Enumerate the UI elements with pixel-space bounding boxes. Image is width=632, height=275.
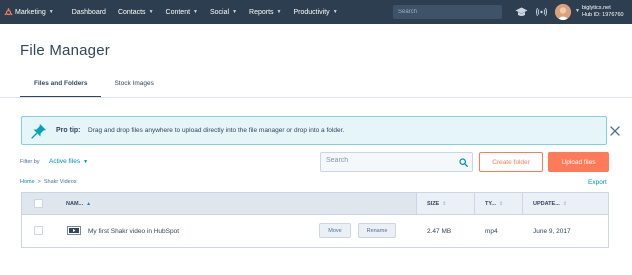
global-search[interactable] [393,5,502,19]
sort-icon: ⇕ [442,201,447,207]
move-button[interactable]: Move [319,223,351,238]
chevron-down-icon: ▼ [276,9,282,15]
column-divider [474,193,475,214]
create-folder-button[interactable]: Create folder [479,152,543,172]
account-domain: biglytics.net [582,5,611,11]
column-header-size[interactable]: SIZE ⇕ [427,201,446,207]
upload-files-button[interactable]: Upload files [548,152,609,172]
filter-label: Filter by [20,159,40,165]
sort-icon: ⇕ [562,201,567,207]
column-header-type[interactable]: TY... ⇕ [485,201,503,207]
video-file-icon [67,226,81,235]
nav-brand-label: Marketing ▼ [15,8,54,16]
nav-contacts[interactable]: Contacts ▼ [112,0,160,24]
row-checkbox[interactable] [34,226,43,235]
pro-tip-text: Drag and drop files anywhere to upload d… [88,127,345,134]
filter-dropdown[interactable]: Active files ▼ [49,158,88,165]
file-name[interactable]: My first Shakr video in HubSpot [88,228,179,235]
nav-social[interactable]: Social ▼ [204,0,243,24]
tab-divider [0,97,632,98]
top-navigation: Marketing ▼ Dashboard Contacts ▼ Content ▼ … [0,0,632,24]
column-header-name[interactable]: NAM... ▲ [66,201,91,207]
nav-reports[interactable]: Reports ▼ [243,0,287,24]
column-divider [416,193,417,214]
file-search[interactable] [320,152,473,172]
nav-content[interactable]: Content ▼ [160,0,204,24]
column-header-updated[interactable]: UPDATE... ⇕ [533,201,567,207]
notifications-icon[interactable] [536,7,547,17]
page-title: File Manager [20,42,110,59]
account-hub-id: Hub ID: 1976760 [582,12,624,18]
select-all-checkbox[interactable] [34,199,43,208]
brand-menu[interactable]: Marketing ▼ [0,0,66,24]
global-search-input[interactable] [398,9,502,15]
file-updated: June 9, 2017 [533,228,571,235]
pro-tip-label: Pro tip: [56,127,81,134]
breadcrumb-home[interactable]: Home [20,179,35,185]
rename-button[interactable]: Rename [358,223,396,238]
search-icon[interactable] [459,158,468,167]
table-header: NAM... ▲ SIZE ⇕ TY... ⇕ UPDATE... ⇕ [21,192,609,215]
tab-files-and-folders[interactable]: Files and Folders [20,80,102,98]
file-type: mp4 [485,228,498,235]
table-row[interactable]: My first Shakr video in HubSpot Move Ren… [21,215,609,248]
tab-bar: Files and Folders Stock Images [20,80,168,98]
avatar[interactable] [555,4,571,20]
breadcrumb: Home > Shakr Videos [20,179,77,185]
sort-ascending-icon: ▲ [86,201,92,207]
user-photo-icon [555,4,571,20]
pro-tip-banner: Pro tip: Drag and drop files anywhere to… [21,116,620,145]
tab-stock-images[interactable]: Stock Images [101,80,167,98]
chevron-down-icon: ▼ [575,8,580,14]
pushpin-icon [31,124,46,139]
file-search-input[interactable] [326,157,446,164]
files-table: NAM... ▲ SIZE ⇕ TY... ⇕ UPDATE... ⇕ My first… [21,192,609,248]
chevron-down-icon: ▼ [232,9,238,15]
column-divider [522,193,523,214]
chevron-down-icon: ▼ [193,9,198,15]
nav-productivity[interactable]: Productivity ▼ [288,0,344,24]
chevron-down-icon: ▼ [148,9,154,15]
breadcrumb-current: Shakr Videos [43,179,77,185]
graduation-cap-icon[interactable] [515,7,528,17]
chevron-down-icon: ▼ [48,9,54,15]
chevron-down-icon: ▼ [332,9,338,15]
nav-dashboard[interactable]: Dashboard [66,0,112,24]
chevron-down-icon: ▼ [83,159,89,165]
sort-icon: ⇕ [499,201,504,207]
export-link[interactable]: Export [588,179,607,186]
account-menu[interactable]: ▼ biglytics.net Hub ID: 1976760 [575,5,624,19]
close-icon[interactable] [609,125,621,137]
sprocket-logo-icon [4,7,13,15]
file-size: 2.47 MB [427,228,452,235]
breadcrumb-separator: > [37,179,41,185]
